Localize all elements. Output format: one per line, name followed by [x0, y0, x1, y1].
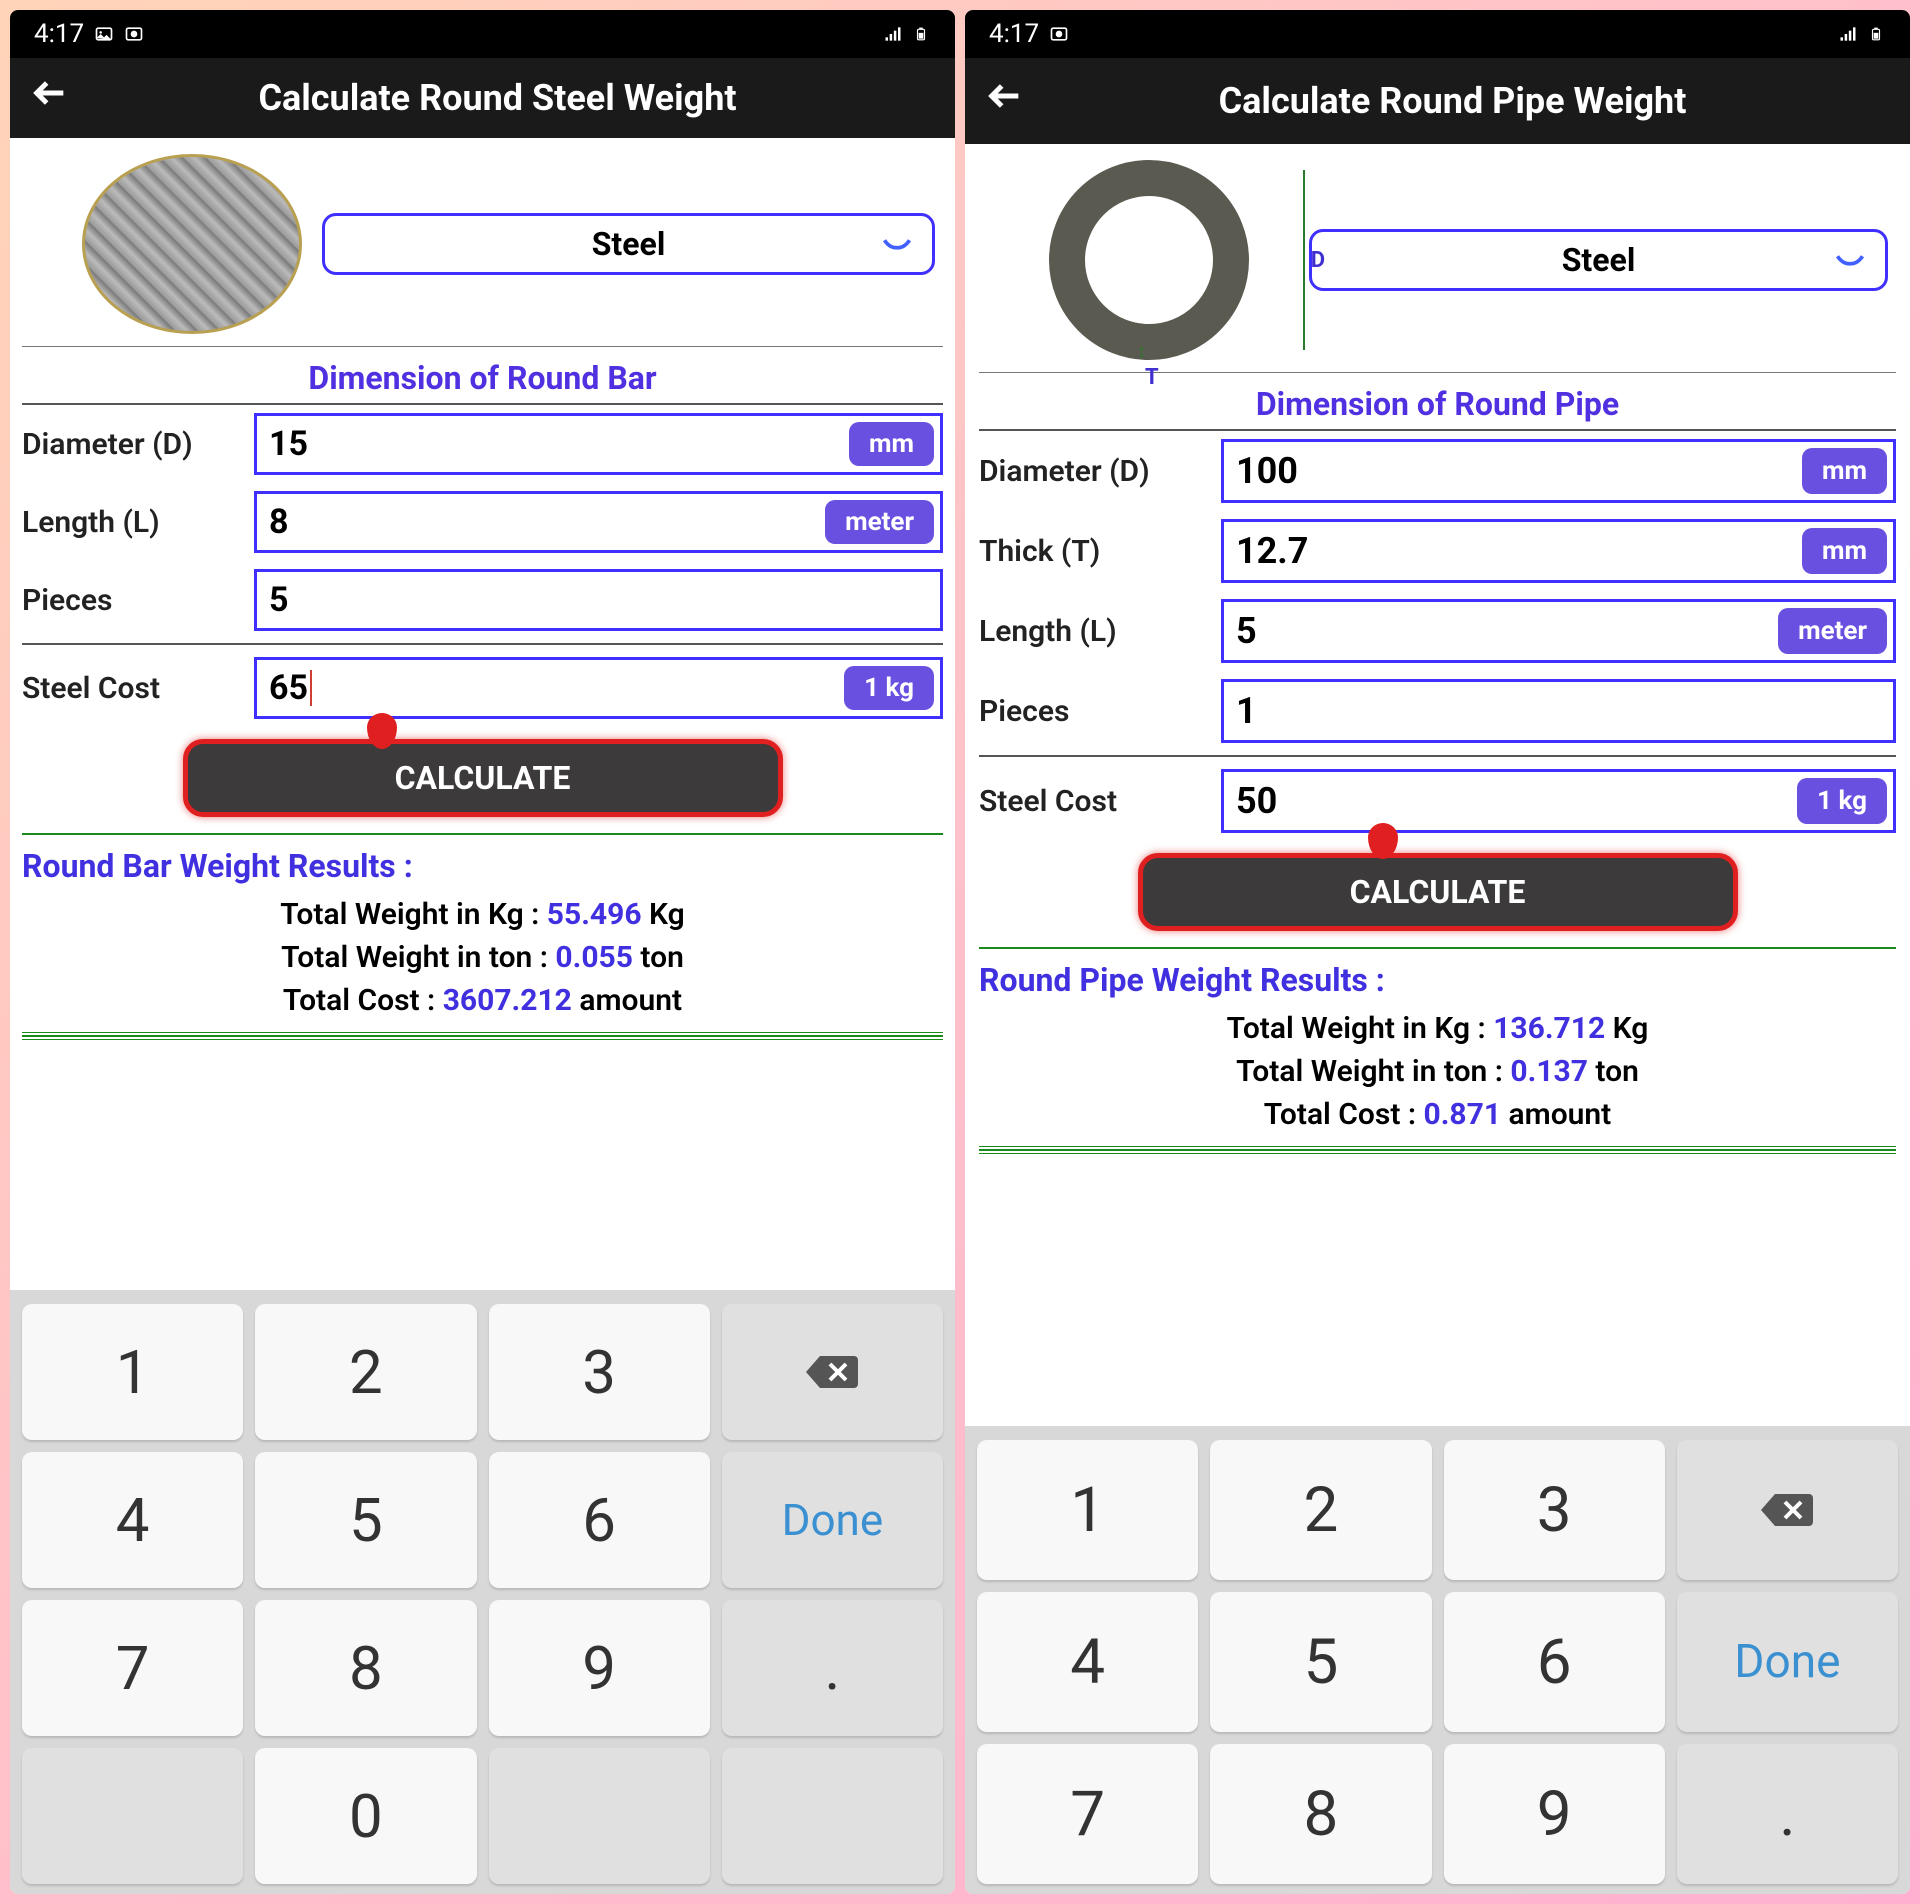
status-bar: 4:17	[965, 10, 1910, 58]
material-dropdown[interactable]: Steel	[1309, 229, 1888, 291]
diameter-label: Diameter (D)	[979, 454, 1209, 489]
app-bar: Calculate Round Steel Weight	[10, 58, 955, 138]
key-2[interactable]: 2	[1210, 1440, 1431, 1580]
key-3[interactable]: 3	[489, 1304, 710, 1440]
material-dropdown[interactable]: Steel	[322, 213, 935, 275]
unit-chip-kg[interactable]: 1 kg	[1797, 778, 1887, 824]
key-9[interactable]: 9	[489, 1600, 710, 1736]
unit-chip-mm[interactable]: mm	[1802, 528, 1887, 574]
phone-right: 4:17 Calculate Round Pipe Weight D ↕	[965, 10, 1910, 1894]
key-blank[interactable]	[22, 1748, 243, 1884]
results-title: Round Bar Weight Results :	[22, 843, 943, 893]
key-0[interactable]: 0	[255, 1748, 476, 1884]
thick-input[interactable]: 12.7 mm	[1221, 519, 1896, 583]
key-1[interactable]: 1	[22, 1304, 243, 1440]
result-ton: Total Weight in ton : 0.137 ton	[979, 1050, 1896, 1093]
cost-input[interactable]: 65 1 kg	[254, 657, 943, 719]
numeric-keyboard: 1 2 3 4 5 6 Done 7 8 9 . 0	[10, 1290, 955, 1894]
calculate-button[interactable]: CALCULATE	[183, 739, 783, 817]
content-area: D ↕ T Steel Dimension of Round Pipe Diam…	[965, 144, 1910, 1426]
rebar-image	[82, 154, 302, 334]
cost-input[interactable]: 50 1 kg	[1221, 769, 1896, 833]
diameter-input[interactable]: 15 mm	[254, 413, 943, 475]
status-time: 4:17	[989, 19, 1039, 49]
screen-record-icon	[124, 24, 144, 44]
key-9[interactable]: 9	[1444, 1744, 1665, 1884]
section-title: Dimension of Round Pipe	[979, 373, 1896, 431]
key-done[interactable]: Done	[722, 1452, 943, 1588]
result-cost: Total Cost : 0.871 amount	[979, 1093, 1896, 1136]
length-input[interactable]: 5 meter	[1221, 599, 1896, 663]
cost-label: Steel Cost	[22, 671, 242, 706]
key-dot[interactable]: .	[1677, 1744, 1898, 1884]
key-2[interactable]: 2	[255, 1304, 476, 1440]
pieces-label: Pieces	[22, 583, 242, 618]
key-5[interactable]: 5	[1210, 1592, 1431, 1732]
battery-icon	[911, 24, 931, 44]
calculate-button[interactable]: CALCULATE	[1138, 853, 1738, 931]
status-time: 4:17	[34, 19, 84, 49]
screen-record-icon	[1049, 24, 1069, 44]
key-backspace[interactable]	[722, 1304, 943, 1440]
backspace-icon	[1759, 1490, 1815, 1530]
unit-chip-kg[interactable]: 1 kg	[844, 666, 934, 710]
text-cursor	[310, 670, 312, 706]
key-7[interactable]: 7	[977, 1744, 1198, 1884]
diameter-label: Diameter (D)	[22, 427, 242, 462]
signal-icon	[883, 24, 903, 44]
dropdown-value: Steel	[592, 225, 666, 263]
key-8[interactable]: 8	[255, 1600, 476, 1736]
dropdown-value: Steel	[1562, 241, 1636, 279]
back-button[interactable]	[30, 73, 70, 123]
section-title: Dimension of Round Bar	[22, 347, 943, 405]
length-label: Length (L)	[979, 614, 1209, 649]
cost-label: Steel Cost	[979, 784, 1209, 819]
key-4[interactable]: 4	[977, 1592, 1198, 1732]
key-3[interactable]: 3	[1444, 1440, 1665, 1580]
content-area: Steel Dimension of Round Bar Diameter (D…	[10, 138, 955, 1290]
key-6[interactable]: 6	[489, 1452, 710, 1588]
key-6[interactable]: 6	[1444, 1592, 1665, 1732]
app-bar: Calculate Round Pipe Weight	[965, 58, 1910, 144]
status-bar: 4:17	[10, 10, 955, 58]
back-button[interactable]	[985, 76, 1025, 126]
pieces-label: Pieces	[979, 694, 1209, 729]
image-icon	[94, 24, 114, 44]
pieces-input[interactable]: 5	[254, 569, 943, 631]
key-dot[interactable]: .	[722, 1600, 943, 1736]
unit-chip-meter[interactable]: meter	[825, 500, 934, 544]
key-5[interactable]: 5	[255, 1452, 476, 1588]
results-title: Round Pipe Weight Results :	[979, 957, 1896, 1007]
unit-chip-meter[interactable]: meter	[1778, 608, 1887, 654]
chevron-down-icon	[1835, 248, 1865, 272]
key-4[interactable]: 4	[22, 1452, 243, 1588]
unit-chip-mm[interactable]: mm	[1802, 448, 1887, 494]
key-blank3[interactable]	[722, 1748, 943, 1884]
length-label: Length (L)	[22, 505, 242, 540]
diameter-input[interactable]: 100 mm	[1221, 439, 1896, 503]
result-ton: Total Weight in ton : 0.055 ton	[22, 936, 943, 979]
pipe-diagram: D ↕ T	[1049, 160, 1289, 360]
battery-icon	[1866, 24, 1886, 44]
chevron-down-icon	[882, 232, 912, 256]
length-input[interactable]: 8 meter	[254, 491, 943, 553]
phone-left: 4:17 Calculate Round Steel Weight	[10, 10, 955, 1894]
signal-icon	[1838, 24, 1858, 44]
key-1[interactable]: 1	[977, 1440, 1198, 1580]
result-kg: Total Weight in Kg : 136.712 Kg	[979, 1007, 1896, 1050]
backspace-icon	[804, 1352, 860, 1392]
pieces-input[interactable]: 1	[1221, 679, 1896, 743]
page-title: Calculate Round Steel Weight	[100, 77, 935, 119]
unit-chip-mm[interactable]: mm	[849, 422, 934, 466]
key-7[interactable]: 7	[22, 1600, 243, 1736]
page-title: Calculate Round Pipe Weight	[1055, 80, 1890, 122]
key-backspace[interactable]	[1677, 1440, 1898, 1580]
numeric-keyboard: 1 2 3 4 5 6 Done 7 8 9 .	[965, 1426, 1910, 1894]
key-blank2[interactable]	[489, 1748, 710, 1884]
result-kg: Total Weight in Kg : 55.496 Kg	[22, 893, 943, 936]
thick-label: Thick (T)	[979, 534, 1209, 569]
result-cost: Total Cost : 3607.212 amount	[22, 979, 943, 1022]
key-done[interactable]: Done	[1677, 1592, 1898, 1732]
key-8[interactable]: 8	[1210, 1744, 1431, 1884]
